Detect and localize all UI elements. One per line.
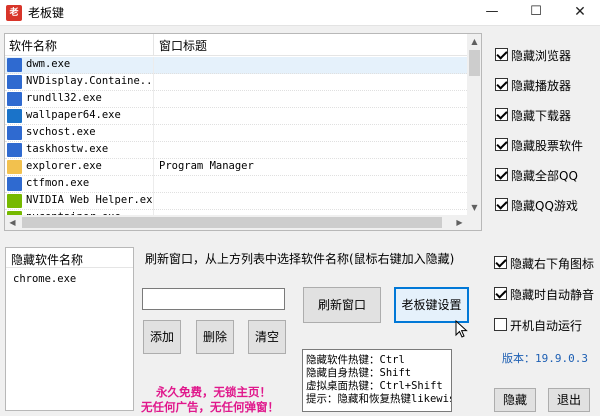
wallpaper-engine-icon (7, 109, 22, 123)
folder-icon (7, 160, 22, 174)
option-label: 隐藏浏览器 (511, 49, 572, 63)
delete-button[interactable]: 删除 (196, 320, 234, 354)
process-list[interactable]: 软件名称 窗口标题 dwm.exe NVDisplay.Containe... ru… (4, 33, 482, 231)
option-label: 隐藏时自动静音 (510, 288, 595, 302)
close-button[interactable]: ✕ (560, 0, 600, 26)
checkbox-checked-icon[interactable] (495, 138, 508, 151)
hidden-list-header-label: 隐藏软件名称 (11, 253, 84, 267)
option-label: 开机自动运行 (510, 319, 583, 333)
mouse-cursor-icon (455, 320, 468, 338)
process-name: dwm.exe (26, 58, 71, 70)
hotkey-line: 提示：隐藏和恢复热键likewise (306, 393, 452, 405)
process-name: wallpaper64.exe (26, 109, 121, 121)
maximize-button[interactable]: ☐ (516, 0, 556, 26)
minimize-button[interactable]: — (472, 0, 512, 26)
window-title: 老板键 (28, 6, 65, 20)
clear-button[interactable]: 清空 (248, 320, 286, 354)
option-label: 隐藏全部QQ (511, 169, 578, 183)
process-rows: dwm.exe NVDisplay.Containe... rundll32.exe… (5, 57, 467, 215)
process-name: NVDisplay.Containe... (26, 75, 152, 87)
checkbox-checked-icon[interactable] (495, 48, 508, 61)
table-row[interactable]: svchost.exe (5, 125, 467, 142)
nvidia-icon (7, 194, 22, 208)
process-name: ctfmon.exe (26, 177, 90, 189)
window-icon (7, 143, 22, 157)
checkbox-checked-icon[interactable] (495, 108, 508, 121)
scroll-up-icon[interactable]: ▲ (467, 34, 481, 49)
checkbox-checked-icon[interactable] (494, 287, 507, 300)
promo-line-2: 无任何广告，无任何弹窗！ (141, 400, 279, 414)
boss-key-settings-button[interactable]: 老板键设置 (394, 287, 469, 323)
app-logo-icon: 老 (6, 5, 22, 21)
checkbox-unchecked-icon[interactable] (494, 318, 507, 331)
vertical-scrollbar[interactable]: ▲ ▼ (467, 34, 481, 215)
checkbox-checked-icon[interactable] (495, 168, 508, 181)
process-list-header: 软件名称 窗口标题 (5, 34, 467, 56)
scroll-left-icon[interactable]: ◀ (5, 215, 20, 230)
window-title-cell: Program Manager (159, 160, 254, 172)
window-icon (7, 126, 22, 140)
process-name: svchost.exe (26, 126, 96, 138)
window-icon (7, 177, 22, 191)
table-row[interactable]: ctfmon.exe (5, 176, 467, 193)
table-row[interactable]: dwm.exe (5, 57, 467, 74)
hidden-list-item[interactable]: chrome.exe (13, 273, 76, 285)
option-label: 隐藏股票软件 (511, 139, 584, 153)
table-row[interactable]: NVDisplay.Containe... (5, 74, 467, 91)
column-header-window-title[interactable]: 窗口标题 (159, 37, 207, 54)
table-row[interactable]: NVIDIA Web Helper.exe (5, 193, 467, 210)
scroll-corner (467, 215, 481, 230)
hide-button[interactable]: 隐藏 (494, 388, 536, 412)
hotkey-info-box: 隐藏软件热键：Ctrl 隐藏自身热键：Shift 虚拟桌面热键：Ctrl+Shi… (302, 349, 452, 412)
version-label: 版本：19.9.0.3 (502, 352, 588, 365)
horizontal-scrollbar[interactable]: ◀ ▶ (5, 215, 467, 230)
table-row[interactable]: explorer.exe Program Manager (5, 159, 467, 176)
refresh-window-button[interactable]: 刷新窗口 (303, 287, 381, 323)
option-label: 隐藏下载器 (511, 109, 572, 123)
add-button[interactable]: 添加 (143, 320, 181, 354)
process-name: explorer.exe (26, 160, 102, 172)
checkbox-checked-icon[interactable] (495, 78, 508, 91)
hidden-software-list[interactable]: 隐藏软件名称 chrome.exe (5, 247, 134, 411)
window-icon (7, 92, 22, 106)
option-label: 隐藏播放器 (511, 79, 572, 93)
scroll-thumb-horizontal[interactable] (22, 217, 442, 228)
process-name: rundll32.exe (26, 92, 102, 104)
table-row[interactable]: rundll32.exe (5, 91, 467, 108)
checkbox-checked-icon[interactable] (495, 198, 508, 211)
window-icon (7, 75, 22, 89)
table-row[interactable]: taskhostw.exe (5, 142, 467, 159)
promo-line-1: 永久免费，无锁主页！ (156, 385, 271, 399)
column-header-software-name[interactable]: 软件名称 (9, 37, 57, 54)
scroll-right-icon[interactable]: ▶ (452, 215, 467, 230)
process-name: taskhostw.exe (26, 143, 109, 155)
process-name: NVIDIA Web Helper.exe (26, 194, 152, 206)
window-icon (7, 58, 22, 72)
exit-button[interactable]: 退出 (548, 388, 590, 412)
instruction-text: 刷新窗口，从上方列表中选择软件名称(鼠标右键加入隐藏) (145, 252, 455, 266)
table-row[interactable]: wallpaper64.exe (5, 108, 467, 125)
title-bar: 老 老板键 — ☐ ✕ (0, 0, 600, 26)
software-name-input[interactable] (142, 288, 285, 310)
scroll-thumb[interactable] (469, 50, 480, 76)
scroll-down-icon[interactable]: ▼ (467, 200, 481, 215)
option-label: 隐藏右下角图标 (510, 257, 595, 271)
option-label: 隐藏QQ游戏 (511, 199, 578, 213)
hidden-list-header: 隐藏软件名称 (6, 248, 133, 268)
checkbox-checked-icon[interactable] (494, 256, 507, 269)
